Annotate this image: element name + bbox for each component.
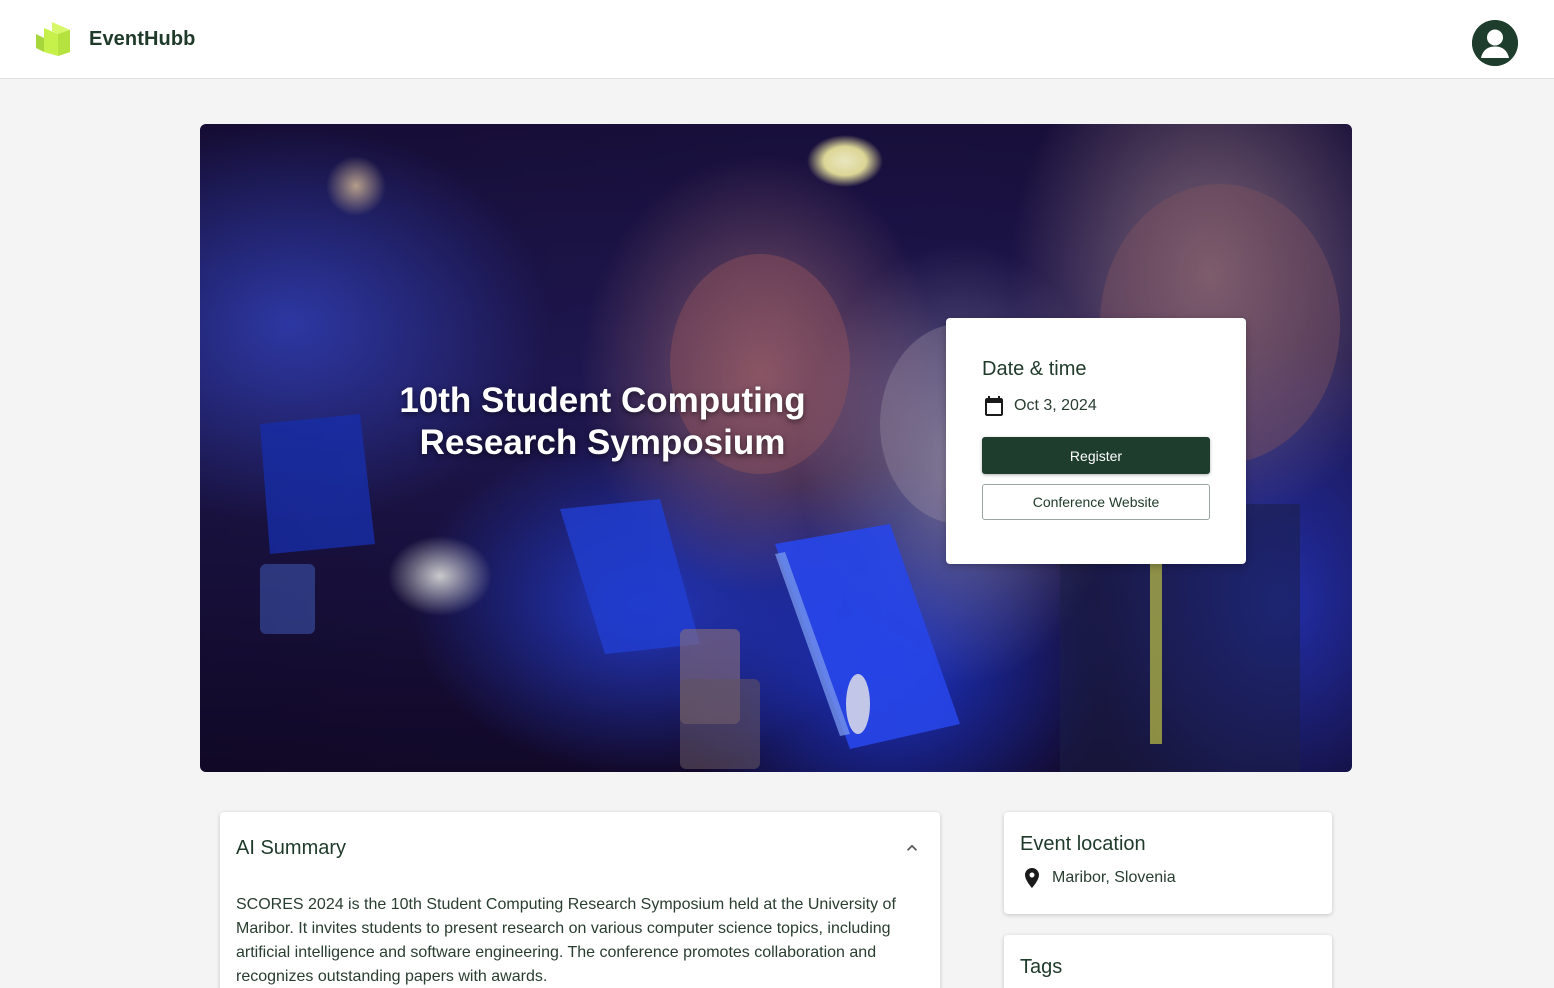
tags-heading: Tags (1020, 956, 1063, 978)
location-text: Maribor, Slovenia (1052, 869, 1176, 886)
location-pin-icon (1025, 868, 1039, 888)
register-button[interactable]: Register (982, 437, 1210, 474)
top-bar: EventHubb (0, 0, 1554, 79)
calendar-icon (985, 396, 1003, 416)
event-location-heading: Event location (1020, 833, 1146, 855)
tags-card: Tags (1004, 935, 1332, 988)
ai-summary-card: AI Summary SCORES 2024 is the 10th Stude… (220, 812, 940, 988)
event-date-row: Oct 3, 2024 (982, 393, 1097, 419)
eventhubb-logo-icon[interactable] (36, 22, 74, 58)
chevron-up-icon[interactable] (902, 838, 922, 858)
event-date: Oct 3, 2024 (1014, 397, 1097, 414)
event-title: 10th Student Computing Research Symposiu… (399, 381, 806, 462)
event-location-card: Event location Maribor, Slovenia (1004, 812, 1332, 914)
ai-summary-text: SCORES 2024 is the 10th Student Computin… (236, 896, 896, 985)
brand-name[interactable]: EventHubb (89, 28, 195, 51)
ai-summary-heading: AI Summary (236, 837, 347, 859)
date-time-card: Date & time Oct 3, 2024 Register Confere… (946, 318, 1246, 564)
location-row: Maribor, Slovenia (1020, 866, 1176, 890)
date-time-heading: Date & time (982, 358, 1087, 380)
user-avatar-icon[interactable] (1472, 20, 1518, 66)
conference-website-button[interactable]: Conference Website (982, 484, 1210, 520)
